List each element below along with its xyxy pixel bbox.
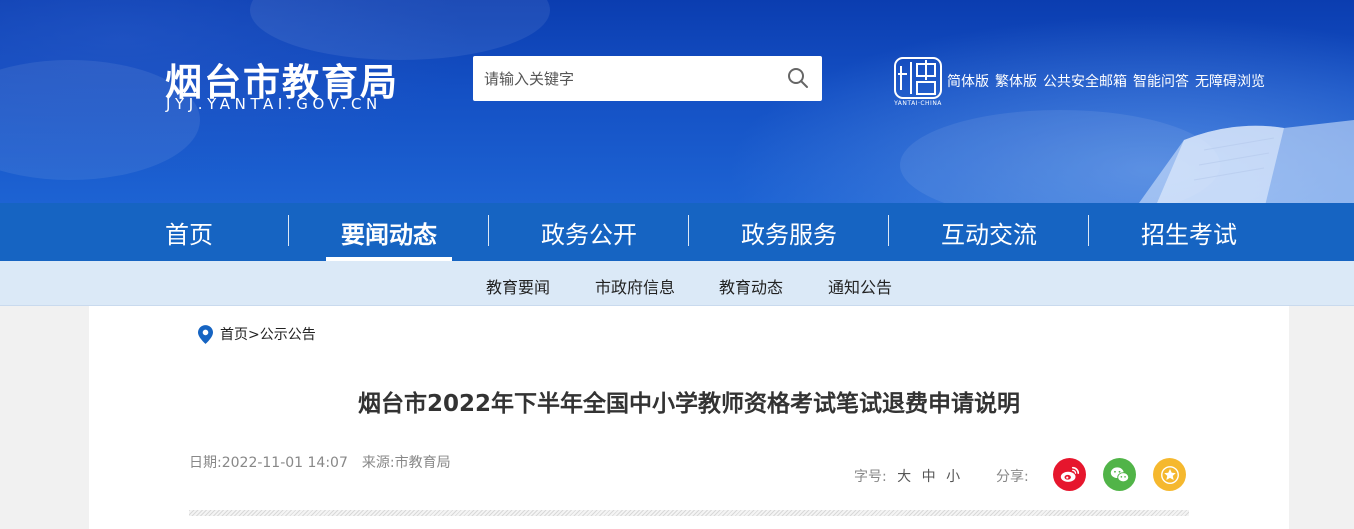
subnav-education-news[interactable]: 教育要闻 [486,274,550,298]
top-links: 简体版 繁体版 公共安全邮箱 智能问答 无障碍浏览 [947,71,1265,91]
subnav-city-gov-info[interactable]: 市政府信息 [595,274,675,298]
share-wechat-button[interactable] [1103,458,1136,491]
subnav-notices[interactable]: 通知公告 [828,274,892,298]
link-traditional[interactable]: 繁体版 [995,71,1037,91]
nav-government-affairs[interactable]: 政务公开 [489,203,689,261]
search-icon [788,68,808,88]
search-box [473,56,822,101]
article-divider [189,510,1189,516]
main-nav: 首页 要闻动态 政务公开 政务服务 互动交流 招生考试 [0,203,1354,261]
font-size-medium[interactable]: 中 [922,469,936,485]
font-size-control: 字号: 大 中 小 [854,466,960,486]
breadcrumb: 首页>公示公告 [198,324,316,344]
star-icon [1160,465,1179,484]
open-book-decoration [1139,120,1354,203]
font-size-small[interactable]: 小 [946,469,960,485]
article-source: 来源:市教育局 [361,455,451,471]
site-domain: JYJ.YANTAI.GOV.CN [166,95,382,113]
share-favorite-button[interactable] [1153,458,1186,491]
weibo-icon [1060,466,1079,482]
font-size-large[interactable]: 大 [897,469,911,485]
article-title: 烟台市2022年下半年全国中小学教师资格考试笔试退费申请说明 [357,391,1020,417]
share-label: 分享: [996,469,1029,485]
search-input[interactable] [473,56,773,101]
nav-admissions[interactable]: 招生考试 [1089,203,1289,261]
link-smart-qa[interactable]: 智能问答 [1133,71,1189,91]
font-size-label: 字号: [854,469,887,485]
location-pin-icon [198,324,213,344]
wechat-icon [1110,466,1129,482]
link-accessibility[interactable]: 无障碍浏览 [1195,71,1265,91]
article-date: 日期:2022-11-01 14:07 [189,455,348,471]
nav-home[interactable]: 首页 [89,203,289,261]
breadcrumb-home[interactable]: 首页 [220,327,248,343]
nav-news[interactable]: 要闻动态 [289,203,489,261]
sub-nav: 教育要闻 市政府信息 教育动态 通知公告 [0,261,1354,306]
article-meta: 日期:2022-11-01 14:07 来源:市教育局 [189,452,451,472]
nav-interaction[interactable]: 互动交流 [889,203,1089,261]
share-weibo-button[interactable] [1053,458,1086,491]
breadcrumb-current[interactable]: 公示公告 [260,327,316,343]
link-simplified[interactable]: 简体版 [947,71,989,91]
link-public-mailbox[interactable]: 公共安全邮箱 [1043,71,1127,91]
china-yantai-emblem [894,57,942,99]
search-button[interactable] [786,66,810,90]
emblem-caption: YANTAI·CHINA [894,100,942,107]
nav-government-services[interactable]: 政务服务 [689,203,889,261]
cloud-decoration [250,0,550,60]
breadcrumb-separator: > [248,327,260,343]
subnav-education-updates[interactable]: 教育动态 [719,274,783,298]
